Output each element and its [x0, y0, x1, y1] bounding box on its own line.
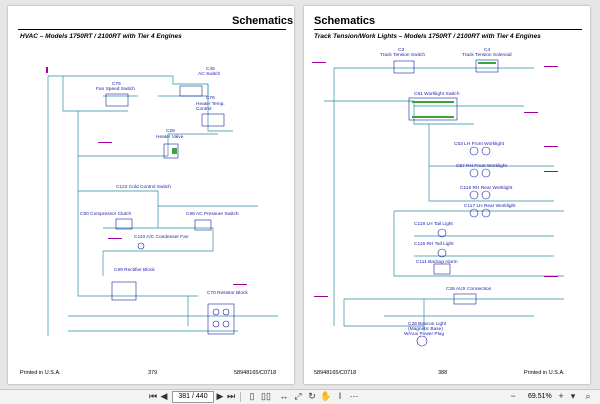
track-tension-schematic	[312, 59, 564, 347]
footer-page-number: 388	[438, 370, 448, 376]
document-page-right: Schematics Track Tension/Work Lights – M…	[304, 6, 590, 384]
fit-width-icon[interactable]: ↔	[278, 391, 290, 402]
component-c81: C81 Worklight Switch	[414, 92, 460, 97]
component-c76: C76	[206, 96, 215, 101]
single-page-view-icon[interactable]: ▯	[246, 391, 258, 402]
component-c29: C29	[166, 129, 175, 134]
zoom-dropdown-icon[interactable]: ▾	[568, 391, 578, 402]
previous-page-button[interactable]: ◀	[159, 391, 169, 402]
footer-page-number: 379	[148, 370, 158, 376]
hvac-schematic	[46, 67, 278, 336]
search-icon[interactable]: ⌕	[583, 391, 593, 402]
component-c76-name: Heater Temp. Control	[196, 102, 225, 112]
hand-tool-icon[interactable]: ✋	[320, 391, 332, 402]
first-page-button[interactable]: ⏮	[148, 391, 158, 402]
component-c45-name: AC Switch	[198, 72, 221, 77]
two-page-view-icon[interactable]: ▯▯	[260, 391, 272, 402]
component-c26: C26 AUX Connection	[446, 287, 492, 292]
footer-printed: Printed in U.S.A.	[524, 370, 565, 376]
component-c57: C57 RH Front Worklight	[456, 164, 507, 169]
document-page-left: Schematics HVAC – Models 1750RT / 2100RT…	[8, 6, 294, 384]
next-page-button[interactable]: ▶	[215, 391, 225, 402]
footer-doc-number: 58948165/C0718	[234, 370, 277, 376]
toolbar-separator	[240, 392, 241, 402]
zoom-out-icon[interactable]: −	[508, 391, 518, 402]
component-c28-line3: W/Aux Power Plug	[404, 332, 444, 337]
text-select-icon[interactable]: I	[334, 391, 346, 402]
component-c118: C118 LH Tail Light	[414, 222, 453, 227]
component-c69: C69 Rectifier Block	[114, 268, 155, 273]
rotate-icon[interactable]: ↻	[306, 391, 318, 402]
viewer-toolbar: ⏮ ◀ 381 / 440 ▶ ⏭ ▯ ▯▯ ↔ ⤢ ↻ ✋ I ⋯ − 69.…	[0, 389, 600, 404]
component-c75-name: Fan Speed Switch	[96, 87, 135, 92]
component-c111: C111 Backup Alarm	[416, 260, 458, 265]
more-options-icon[interactable]: ⋯	[348, 391, 360, 402]
component-c116: C116 RH Rear Worklight	[460, 186, 513, 191]
page-number-input[interactable]: 381 / 440	[172, 391, 214, 403]
component-c4-name: Track Tension Solenoid	[462, 53, 512, 58]
component-c70: C70 Resistor Block	[207, 291, 248, 296]
zoom-in-icon[interactable]: +	[556, 391, 566, 402]
document-viewer: Schematics HVAC – Models 1750RT / 2100RT…	[0, 0, 600, 404]
fit-page-icon[interactable]: ⤢	[292, 391, 304, 402]
footer-printed: Printed in U.S.A.	[20, 370, 61, 376]
component-c3-name: Track Tension Switch	[380, 53, 426, 58]
component-c68: C68 AC Pressure Switch	[186, 212, 239, 217]
last-page-button[interactable]: ⏭	[226, 391, 236, 402]
component-c117: C117 LH Rear Worklight	[464, 204, 516, 209]
component-c122: C122 Cold Control Switch	[116, 185, 171, 190]
component-c110: C110 A/C Condenser Fan	[134, 235, 189, 240]
component-c53: C53 LH Front Worklight	[454, 142, 505, 147]
zoom-level[interactable]: 69.51%	[528, 391, 552, 402]
component-c60: C60 Compressor Clutch	[80, 212, 132, 217]
component-c115: C115 RH Tail Light	[414, 242, 454, 247]
footer-doc-number: 58948165/C0718	[314, 370, 357, 376]
component-c29-name: Heater Valve	[156, 135, 184, 140]
